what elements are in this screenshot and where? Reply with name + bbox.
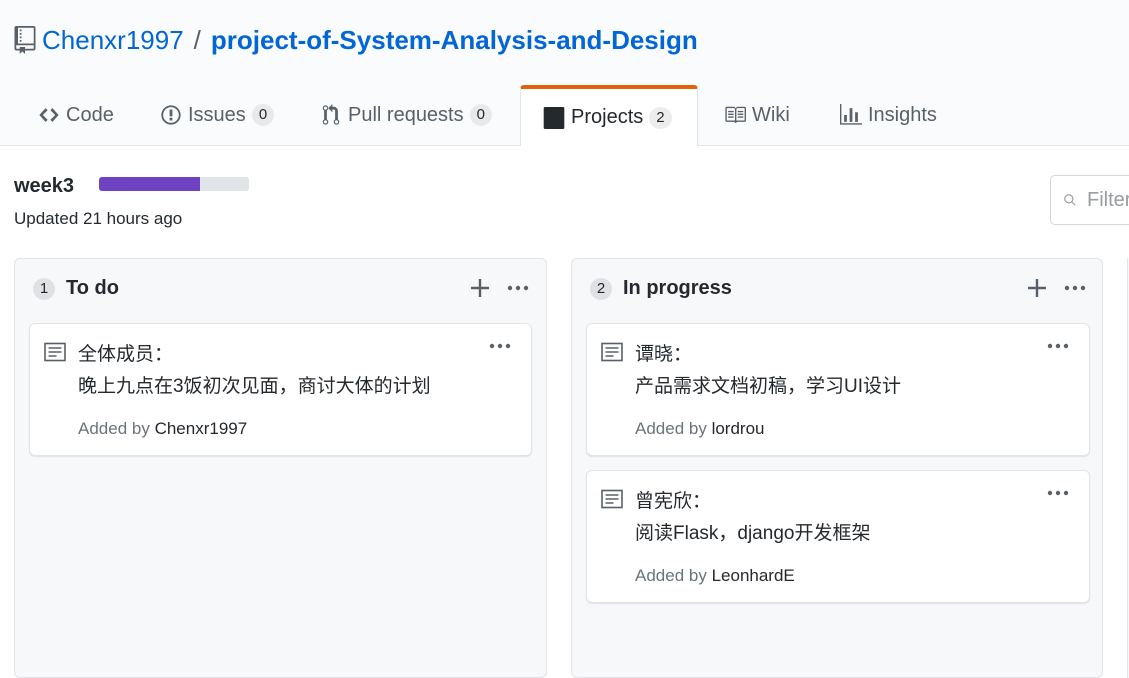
card-added-by: Added by LeonhardE [635,566,795,586]
code-icon [39,108,59,122]
project-card[interactable]: 谭晓： 产品需求文档初稿，学习UI设计 Added by lordrou [586,323,1090,456]
column-header: 1 To do [33,277,119,300]
tab-code-label: Code [66,103,114,126]
graph-icon [840,104,862,125]
repo-owner-link[interactable]: Chenxr1997 [42,25,184,56]
note-icon [601,342,623,362]
repo-path-separator: / [193,24,201,55]
card-menu-ellipsis-icon[interactable] [1047,488,1069,498]
tab-code[interactable]: Code [20,85,132,145]
repo-name-link[interactable]: project-of-System-Analysis-and-Design [211,25,698,56]
project-name: week3 [14,175,75,197]
column-menu-ellipsis-icon[interactable] [507,281,529,295]
pull-requests-counter: 0 [469,104,492,126]
tab-projects[interactable]: Projects 2 [520,85,698,146]
card-added-by: Added by lordrou [635,419,765,439]
add-card-plus-icon[interactable] [469,277,491,299]
tab-insights[interactable]: Insights [822,85,955,145]
added-by-user-link[interactable]: LeonhardE [712,566,795,585]
tab-wiki-label: Wiki [752,103,790,126]
added-by-user-link[interactable]: lordrou [712,419,765,438]
column-card-count: 2 [590,277,612,300]
card-note-title: 全体成员： [78,344,174,365]
card-note-title: 谭晓： [635,344,693,365]
note-icon [601,489,623,509]
tab-pull-requests[interactable]: Pull requests 0 [302,85,510,145]
git-pull-request-icon [322,104,340,125]
card-added-by: Added by Chenxr1997 [78,419,247,439]
tab-projects-label: Projects [571,106,644,128]
repo-title: Chenxr1997 / project-of-System-Analysis-… [14,22,698,58]
added-by-user-link[interactable]: Chenxr1997 [155,419,248,438]
issue-opened-icon [161,105,181,125]
tab-wiki[interactable]: Wiki [706,85,808,145]
issues-counter: 0 [251,104,275,126]
filter-cards-box[interactable] [1050,175,1129,225]
card-note-body: 阅读Flask，django开发框架 [635,523,871,544]
search-icon [1064,194,1076,206]
book-icon [725,106,746,124]
added-by-label: Added by [78,419,150,438]
added-by-label: Added by [635,566,707,585]
project-progress-bar [99,177,249,191]
column-menu-ellipsis-icon[interactable] [1064,281,1086,295]
column-name: To do [66,277,119,299]
card-menu-ellipsis-icon[interactable] [1047,341,1069,351]
tab-pull-requests-label: Pull requests [348,103,464,126]
add-card-plus-icon[interactable] [1026,277,1048,299]
project-card[interactable]: 全体成员： 晚上九点在3饭初次见面，商讨大体的计划 Added by Chenx… [29,323,532,456]
project-updated-time: Updated 21 hours ago [14,209,183,228]
card-menu-ellipsis-icon[interactable] [489,341,511,351]
project-progress-fill [99,177,200,191]
column-card-count: 1 [33,277,55,300]
tab-issues[interactable]: Issues 0 [142,85,292,145]
card-note-title: 曾宪欣： [635,491,712,512]
card-note-body: 产品需求文档初稿，学习UI设计 [635,376,902,397]
project-card[interactable]: 曾宪欣： 阅读Flask，django开发框架 Added by Leonhar… [586,470,1090,603]
project-icon [543,106,565,129]
projects-counter: 2 [649,106,672,129]
tab-issues-label: Issues [188,103,246,126]
column-name: In progress [623,277,732,299]
project-column-in-progress: 2 In progress 谭晓： 产品需求文档初稿，学习UI设计 Added … [571,258,1103,678]
column-header: 2 In progress [590,277,732,300]
added-by-label: Added by [635,419,707,438]
repo-header: Chenxr1997 / project-of-System-Analysis-… [0,0,1129,146]
tab-insights-label: Insights [868,103,937,126]
card-note-body: 晚上九点在3饭初次见面，商讨大体的计划 [78,376,431,397]
repo-book-icon [14,26,36,54]
filter-cards-input[interactable] [1085,187,1129,213]
project-column-todo: 1 To do 全体成员： 晚上九点在3饭初次见面，商讨大体的计划 Added … [14,258,547,678]
note-icon [44,342,66,362]
